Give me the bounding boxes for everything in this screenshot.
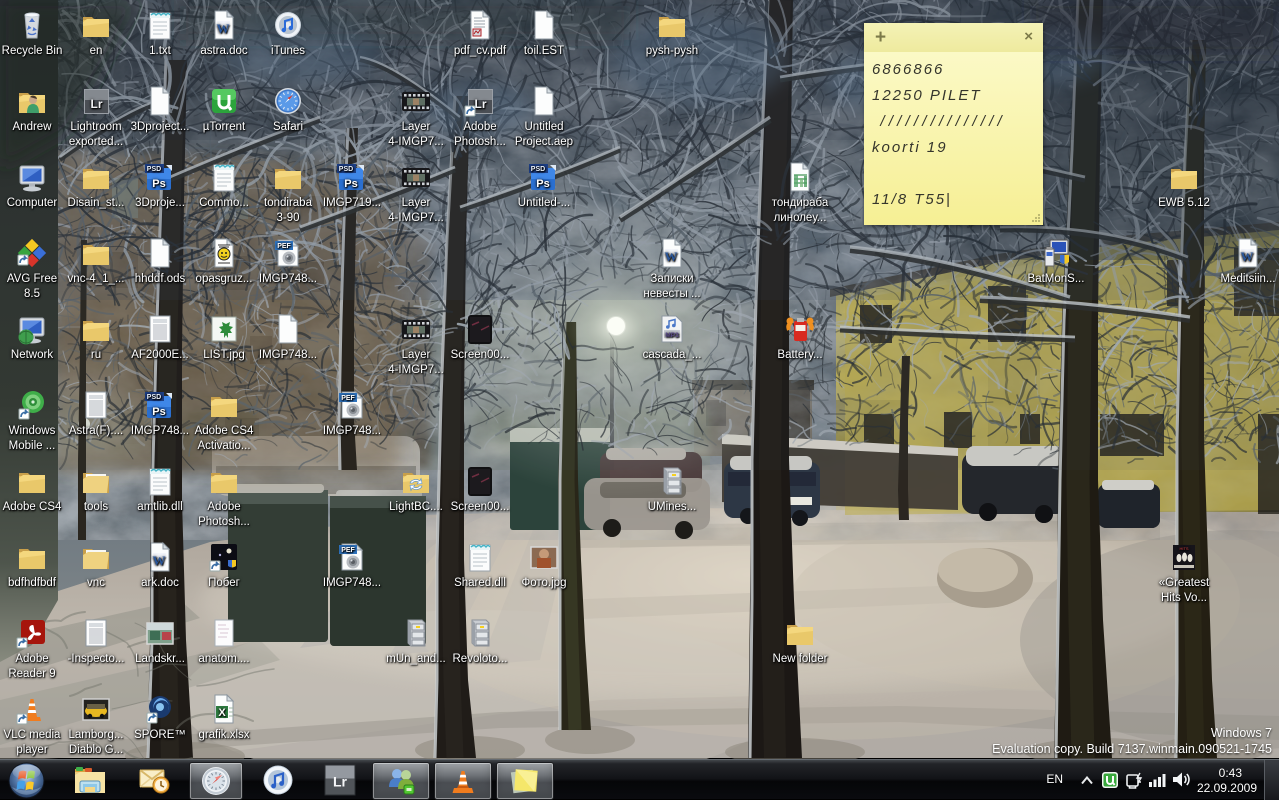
- svg-text:PEF: PEF: [277, 243, 291, 250]
- svg-text:Ps: Ps: [152, 406, 165, 418]
- svg-text:W: W: [153, 553, 166, 568]
- svg-text:PSD: PSD: [147, 394, 161, 401]
- svg-text:W: W: [665, 249, 678, 264]
- svg-text:X: X: [218, 707, 226, 719]
- svg-text:Ps: Ps: [152, 178, 165, 190]
- svg-text:MP3: MP3: [665, 332, 679, 339]
- svg-text:PSD: PSD: [147, 166, 161, 173]
- svg-text:Lr: Lr: [333, 774, 348, 790]
- svg-text:Lr: Lr: [91, 97, 103, 111]
- svg-text:Lr: Lr: [475, 97, 487, 111]
- svg-text:Ps: Ps: [344, 178, 357, 190]
- svg-text:W: W: [217, 21, 230, 36]
- svg-text:PSD: PSD: [531, 166, 545, 173]
- svg-text:PSD: PSD: [339, 166, 353, 173]
- svg-text:PEF: PEF: [341, 395, 355, 402]
- svg-text:PEF: PEF: [341, 547, 355, 554]
- svg-text:HITS: HITS: [1179, 546, 1188, 551]
- svg-text:Ps: Ps: [536, 178, 549, 190]
- svg-text:W: W: [1241, 249, 1254, 264]
